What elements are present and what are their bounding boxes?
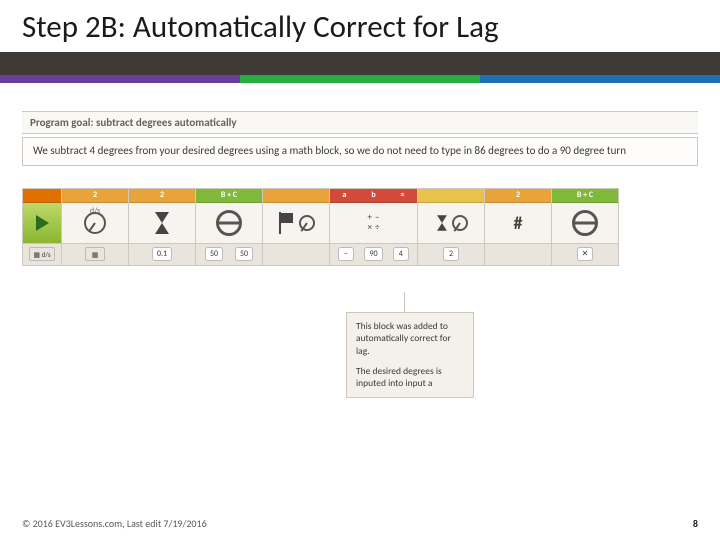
steering-icon [216, 210, 242, 236]
gyro-compare-block: 2 [418, 188, 485, 266]
play-icon [36, 215, 49, 231]
math-ops-icon: +− ×÷ [368, 213, 380, 232]
gyro-icon [299, 215, 315, 231]
gyro-icon [452, 215, 468, 231]
gyro-reset-block: 2 d/s ▦ [62, 188, 129, 266]
steering-icon [572, 210, 598, 236]
loop-wait-block [263, 188, 330, 266]
title-underline-dark [0, 52, 720, 75]
hourglass-icon [155, 212, 169, 234]
gyro-icon [84, 212, 106, 234]
annotation-callout: This block was added to automatically co… [346, 312, 474, 398]
slide-title: Step 2B: Automatically Correct for Lag [0, 0, 720, 52]
hash-icon: # [514, 212, 523, 234]
ev3-block-sequence: ▦ d/s 2 d/s ▦ 2 0.1 B + C 50 50 [22, 188, 698, 266]
callout-text-1: This block was added to automatically co… [356, 320, 464, 357]
start-block: ▦ d/s [22, 188, 62, 266]
program-goal-label: Program goal: subtract degrees automatic… [22, 111, 698, 134]
wait-block: 2 0.1 [129, 188, 196, 266]
move-steering-block: B + C 50 50 [196, 188, 263, 266]
callout-text-2: The desired degrees is inputed into inpu… [356, 365, 464, 390]
slide-footer: © 2016 EV3Lessons.com, Last edit 7/19/20… [22, 517, 698, 530]
program-explanation: We subtract 4 degrees from your desired … [22, 137, 698, 166]
stop-motors-block: B + C ✕ [552, 188, 619, 266]
flag-icon [277, 212, 295, 234]
title-underline-colors [0, 75, 720, 83]
hourglass-icon [437, 215, 447, 230]
copyright-text: © 2016 EV3Lessons.com, Last edit 7/19/20… [22, 517, 207, 530]
callout-connector [404, 292, 405, 312]
variable-block: 2 # [485, 188, 552, 266]
page-number: 8 [693, 517, 698, 530]
math-block: a b = +− ×÷ − 90 4 [330, 188, 418, 266]
